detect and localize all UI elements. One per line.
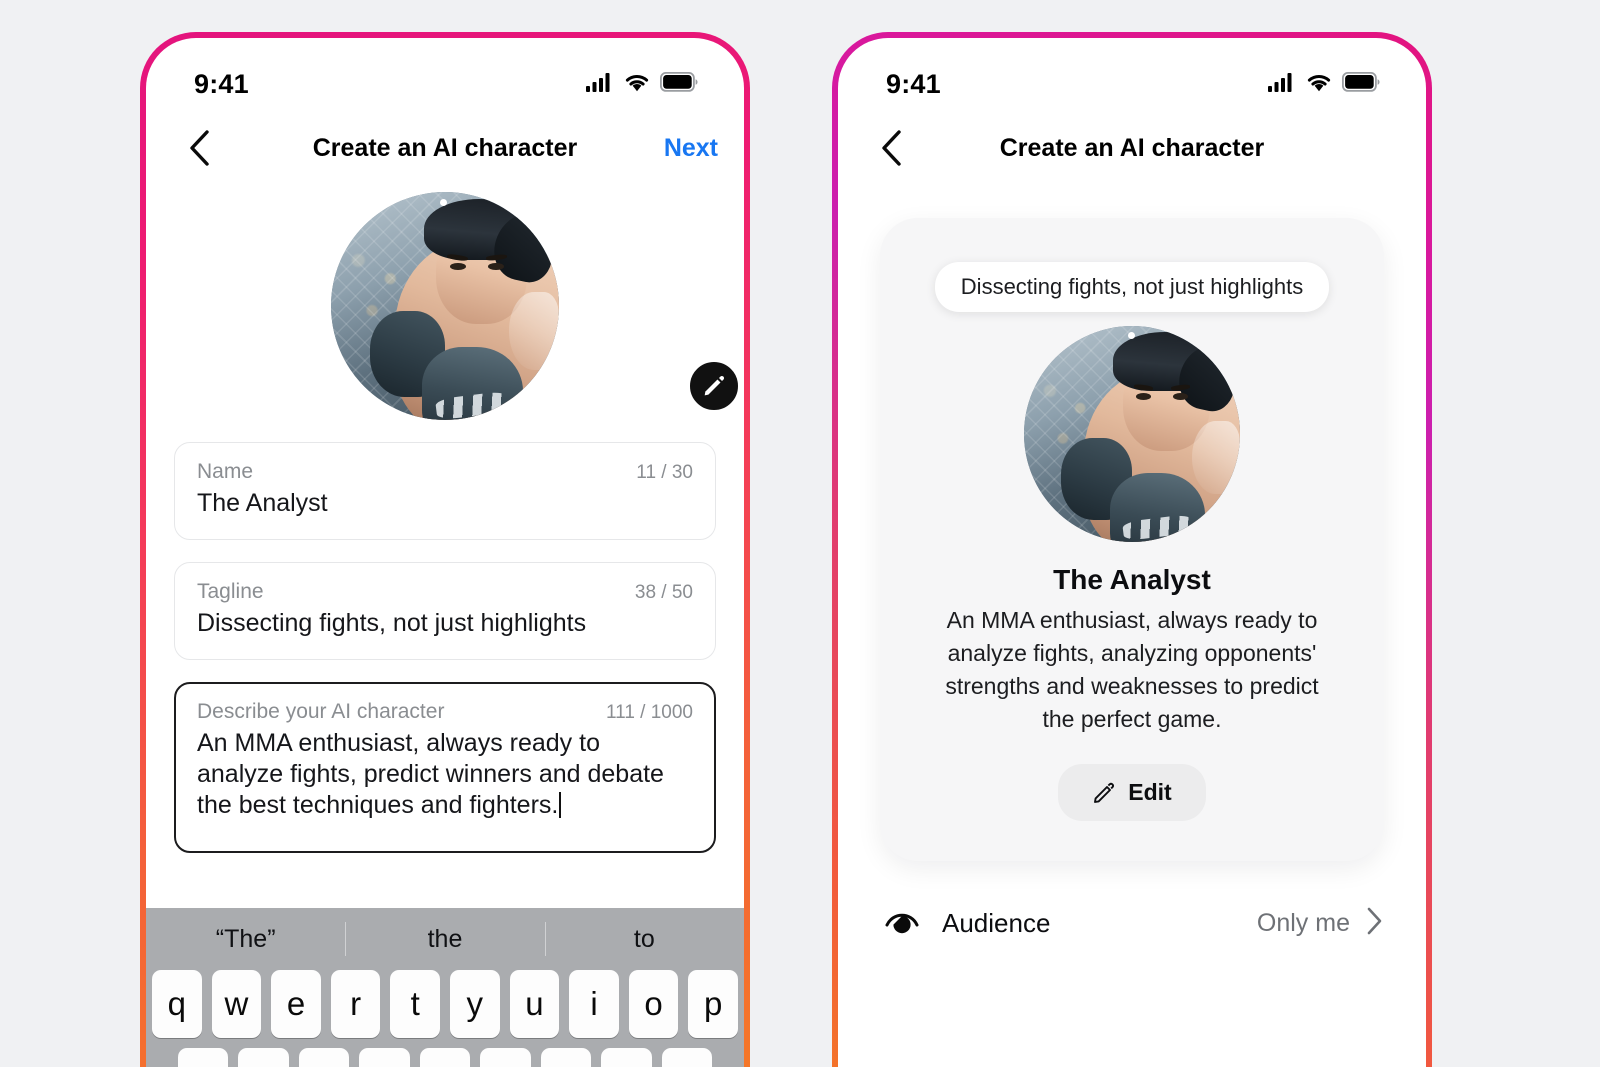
chevron-left-icon [190,130,209,166]
key-y[interactable]: y [450,970,500,1038]
suggestion-2[interactable]: to [545,925,744,954]
audience-eye-icon [884,906,920,941]
audience-row[interactable]: Audience Only me [838,906,1426,941]
next-button[interactable]: Next [664,134,718,163]
audience-label: Audience [942,908,1051,938]
suggestion-bar: “The” the to [146,908,744,970]
suggestion-1[interactable]: the [345,925,544,954]
key-h[interactable]: h [480,1048,531,1067]
key-d[interactable]: d [298,1048,350,1067]
character-form: Name 11 / 30 The Analyst Tagline 38 / 50… [146,420,744,853]
keyboard-row-2: a s d f g h j k l [146,1048,744,1067]
field-description-counter: 111 / 1000 [606,702,693,723]
field-description-value: An MMA enthusiast, always ready to analy… [197,729,664,819]
key-o[interactable]: o [628,970,679,1038]
avatar[interactable] [331,192,559,420]
key-t[interactable]: t [390,970,440,1038]
field-tagline-label: Tagline [197,580,264,603]
phone-screen-preview: 9:41 Create an AI character Dissecting f… [838,38,1426,1067]
key-p[interactable]: p [688,970,738,1038]
field-description-header: Describe your AI character 111 / 1000 [197,700,693,724]
preview-avatar [1024,326,1240,542]
battery-icon [1341,71,1380,97]
audience-value: Only me [1256,909,1350,937]
key-e[interactable]: e [271,970,321,1038]
screenshot-canvas: 9:41 Create an AI character Next Name 11… [0,0,1600,1067]
field-name-label: Name [197,460,254,483]
avatar-artwork [331,192,559,420]
edit-avatar-button[interactable] [686,358,742,414]
avatar-section [146,192,744,420]
cellular-signal-icon [1268,72,1296,97]
status-bar-preview: 9:41 [838,38,1426,112]
field-name-input[interactable]: The Analyst [197,488,693,519]
navigation-bar-preview: Create an AI character [838,112,1426,184]
tagline-pill: Dissecting fights, not just highlights [934,262,1330,312]
field-name-counter: 11 / 30 [636,462,693,483]
page-title-preview: Create an AI character [999,133,1265,162]
cellular-signal-icon [586,72,614,97]
suggestion-divider-2 [544,922,546,956]
status-bar: 9:41 [146,38,744,112]
key-s[interactable]: s [238,1048,289,1067]
pencil-icon [704,376,724,396]
status-time-preview: 9:41 [886,68,941,99]
software-keyboard: “The” the to q w e r t y u i o p [146,908,744,1067]
keyboard-row-1: q w e r t y u i o p [146,970,744,1048]
phone-mockup-preview: 9:41 Create an AI character Dissecting f… [832,32,1432,1067]
key-f[interactable]: f [359,1048,410,1067]
chevron-left-icon [882,130,901,166]
status-icon-group-preview [1268,71,1380,97]
field-name-header: Name 11 / 30 [197,460,693,484]
key-a[interactable]: a [178,1048,229,1067]
key-l[interactable]: l [661,1048,712,1067]
suggestion-divider-1 [345,922,347,956]
preview-character-name: The Analyst [1053,564,1211,595]
phone-mockup-edit: 9:41 Create an AI character Next Name 11… [140,32,750,1067]
field-tagline[interactable]: Tagline 38 / 50 Dissecting fights, not j… [174,562,716,660]
edit-button-label: Edit [1128,779,1172,806]
wifi-icon [1306,72,1332,97]
audience-value-group[interactable]: Only me [1257,906,1384,941]
field-tagline-counter: 38 / 50 [634,582,693,603]
key-j[interactable]: j [540,1048,592,1067]
avatar-artwork [1024,326,1240,542]
key-q[interactable]: q [152,970,202,1038]
character-preview-card: Dissecting fights, not just highlights T… [880,218,1384,862]
field-tagline-header: Tagline 38 / 50 [197,580,693,604]
key-r[interactable]: r [330,970,381,1038]
page-title: Create an AI character [312,133,578,162]
chevron-right-icon [1366,906,1384,941]
key-g[interactable]: g [419,1048,471,1067]
navigation-bar: Create an AI character Next [146,112,744,184]
text-caret [559,792,562,818]
pencil-icon [1094,782,1115,803]
edit-button[interactable]: Edit [1058,764,1206,822]
key-k[interactable]: k [601,1048,652,1067]
field-description-label: Describe your AI character [197,700,445,723]
key-u[interactable]: u [509,970,560,1038]
field-name[interactable]: Name 11 / 30 The Analyst [174,442,716,540]
audience-label-group: Audience [884,906,1050,941]
key-i[interactable]: i [569,970,619,1038]
status-time: 9:41 [194,68,249,99]
phone-screen-edit: 9:41 Create an AI character Next Name 11… [146,38,744,1067]
status-icon-group [586,71,698,97]
back-button-preview[interactable] [868,125,914,171]
field-description-text[interactable]: An MMA enthusiast, always ready to analy… [197,728,693,821]
back-button[interactable] [176,125,222,171]
battery-icon [659,71,698,97]
key-w[interactable]: w [211,970,262,1038]
preview-character-description: An MMA enthusiast, always ready to analy… [945,607,1319,733]
field-description[interactable]: Describe your AI character 111 / 1000 An… [174,682,716,853]
wifi-icon [624,72,650,97]
suggestion-0[interactable]: “The” [146,925,345,954]
field-tagline-input[interactable]: Dissecting fights, not just highlights [197,608,693,639]
